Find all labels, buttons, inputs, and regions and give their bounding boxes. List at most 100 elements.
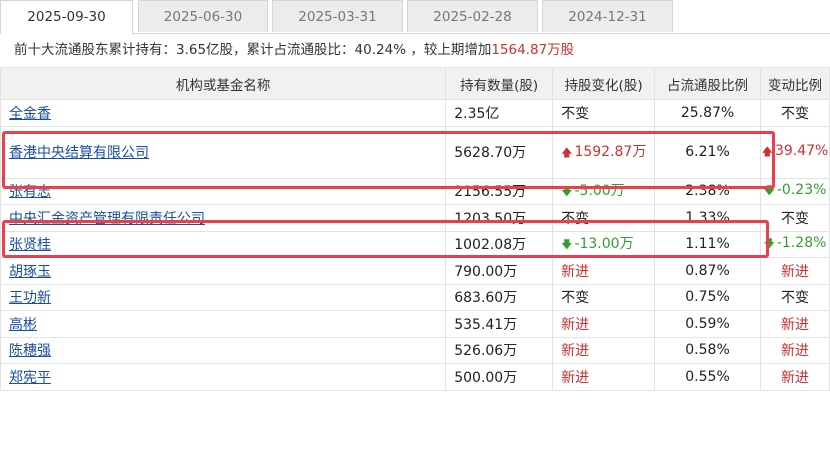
shareholder-name-cell: 陈穗强: [0, 336, 447, 364]
shareholder-name-cell: 香港中央结算有限公司: [0, 125, 447, 179]
shareholder-link[interactable]: 胡琢玉: [9, 264, 51, 280]
arrow-up-icon: 🡅: [761, 144, 773, 158]
table-row: 王功新 683.60万 不变 0.75% 不变: [0, 283, 830, 311]
shareholder-link[interactable]: 香港中央结算有限公司: [9, 145, 149, 161]
change-pct-cell: 新进: [759, 310, 830, 338]
change-pct-cell: 🡅 39.47%: [759, 125, 830, 179]
table-row: 胡琢玉 790.00万 新进 0.87% 新进: [0, 257, 830, 285]
tab-2024-12-31[interactable]: 2024-12-31: [542, 0, 673, 32]
change-pct-value: 新进: [780, 316, 809, 333]
tab-2025-02-28[interactable]: 2025-02-28: [407, 0, 538, 32]
arrow-down-icon: 🡇: [763, 183, 775, 197]
tab-2025-06-30[interactable]: 2025-06-30: [138, 0, 268, 32]
shareholder-link[interactable]: 陈穗强: [9, 343, 51, 359]
float-ratio-cell: 0.59%: [654, 310, 761, 338]
holding-change-value: 新进: [561, 369, 590, 386]
shareholder-link[interactable]: 全金香: [9, 106, 51, 122]
tab-2025-03-31[interactable]: 2025-03-31: [272, 0, 403, 32]
change-pct-cell: 不变: [759, 204, 830, 232]
shareholder-name-cell: 郑宪平: [0, 363, 447, 391]
holding-change-cell: 新进: [552, 310, 656, 338]
float-ratio-cell: 0.55%: [654, 363, 761, 391]
table-row: 张贤桂 1002.08万 🡇 -13.00万 1.11% 🡇 -1.28%: [0, 230, 830, 258]
float-ratio-cell: 25.87%: [654, 99, 761, 127]
holding-change-value: -13.00万: [574, 236, 634, 253]
shareholder-link[interactable]: 张贤桂: [9, 237, 51, 253]
shareholder-name-cell: 张有志: [0, 177, 447, 205]
shareholder-link[interactable]: 王功新: [9, 290, 51, 306]
holding-change-cell: 不变: [552, 99, 656, 127]
arrow-down-icon: 🡇: [561, 185, 573, 199]
change-pct-value: 新进: [780, 343, 809, 360]
holding-change-value: 新进: [561, 263, 590, 280]
change-pct-cell: 不变: [759, 283, 830, 311]
shareholder-link[interactable]: 中央汇金资产管理有限责任公司: [9, 211, 205, 227]
holding-change-value: 新进: [561, 316, 590, 333]
change-pct-value: 新进: [780, 263, 809, 280]
col-header-ratio: 占流通股比例: [654, 67, 761, 100]
top-shareholders-table: 机构或基金名称 持有数量(股) 持股变化(股) 占流通股比例 变动比例 全金香 2…: [0, 67, 830, 391]
holding-qty-cell: 2.35亿: [445, 99, 554, 127]
float-ratio-cell: 1.33%: [654, 204, 761, 232]
change-pct-value: 新进: [780, 369, 809, 386]
holding-change-cell: 🡅 1592.87万: [552, 125, 656, 179]
table-row: 全金香 2.35亿 不变 25.87% 不变: [0, 99, 830, 127]
holding-qty-cell: 1002.08万: [445, 230, 554, 258]
shareholder-link[interactable]: 郑宪平: [9, 370, 51, 386]
shareholder-name-cell: 张贤桂: [0, 230, 447, 258]
col-header-name: 机构或基金名称: [0, 67, 447, 100]
table-row: 中央汇金资产管理有限责任公司 1203.50万 不变 1.33% 不变: [0, 204, 830, 232]
holding-change-value: 新进: [561, 343, 590, 360]
change-pct-value: -0.23%: [776, 181, 827, 198]
arrow-down-icon: 🡇: [763, 236, 775, 250]
holding-change-value: -5.00万: [574, 183, 625, 200]
shareholder-name-cell: 全金香: [0, 99, 447, 127]
holding-qty-cell: 1203.50万: [445, 204, 554, 232]
report-date-tabs: 2025-09-30 2025-06-30 2025-03-31 2025-02…: [0, 0, 830, 34]
change-pct-value: 不变: [780, 105, 809, 122]
float-ratio-cell: 0.75%: [654, 283, 761, 311]
col-header-qty: 持有数量(股): [445, 67, 554, 100]
arrow-down-icon: 🡇: [561, 238, 573, 252]
table-row: 香港中央结算有限公司 5628.70万 🡅 1592.87万 6.21% 🡅 39.47%: [0, 125, 830, 179]
shareholder-name-cell: 中央汇金资产管理有限责任公司: [0, 204, 447, 232]
change-pct-cell: 不变: [759, 99, 830, 127]
holding-qty-cell: 683.60万: [445, 283, 554, 311]
holding-qty-cell: 5628.70万: [445, 125, 554, 179]
holding-change-cell: 新进: [552, 336, 656, 364]
tab-2025-09-30[interactable]: 2025-09-30: [0, 0, 133, 34]
holding-change-cell: 新进: [552, 257, 656, 285]
holding-change-cell: 🡇 -13.00万: [552, 230, 656, 258]
summary-change: 1564.87万股: [491, 42, 575, 58]
col-header-change: 持股变化(股): [552, 67, 656, 100]
change-pct-cell: 新进: [759, 363, 830, 391]
change-pct-cell: 🡇 -1.28%: [759, 230, 830, 258]
shareholder-link[interactable]: 高彬: [9, 317, 37, 333]
change-pct-value: 不变: [780, 290, 809, 307]
holding-qty-cell: 500.00万: [445, 363, 554, 391]
holding-change-value: 1592.87万: [574, 143, 647, 160]
table-row: 张有志 2156.55万 🡇 -5.00万 2.38% 🡇 -0.23%: [0, 177, 830, 205]
holding-change-cell: 新进: [552, 363, 656, 391]
holding-change-value: 不变: [561, 210, 590, 227]
float-ratio-cell: 2.38%: [654, 177, 761, 205]
table-header-row: 机构或基金名称 持有数量(股) 持股变化(股) 占流通股比例 变动比例: [0, 67, 830, 100]
summary-text: 前十大流通股东累计持有：3.65亿股，累计占流通股比：40.24% ，较上期增加: [14, 42, 492, 58]
shareholder-name-cell: 王功新: [0, 283, 447, 311]
holding-qty-cell: 790.00万: [445, 257, 554, 285]
shareholder-name-cell: 胡琢玉: [0, 257, 447, 285]
change-pct-cell: 🡇 -0.23%: [759, 177, 830, 205]
holding-change-value: 不变: [561, 105, 590, 122]
shareholder-link[interactable]: 张有志: [9, 184, 51, 200]
holding-qty-cell: 535.41万: [445, 310, 554, 338]
change-pct-cell: 新进: [759, 257, 830, 285]
holding-change-cell: 🡇 -5.00万: [552, 177, 656, 205]
holding-change-cell: 不变: [552, 283, 656, 311]
shareholder-name-cell: 高彬: [0, 310, 447, 338]
table-row: 高彬 535.41万 新进 0.59% 新进: [0, 310, 830, 338]
table-row: 陈穗强 526.06万 新进 0.58% 新进: [0, 336, 830, 364]
holding-change-cell: 不变: [552, 204, 656, 232]
float-ratio-cell: 0.87%: [654, 257, 761, 285]
change-pct-value: 39.47%: [774, 142, 829, 159]
table-row: 郑宪平 500.00万 新进 0.55% 新进: [0, 363, 830, 391]
